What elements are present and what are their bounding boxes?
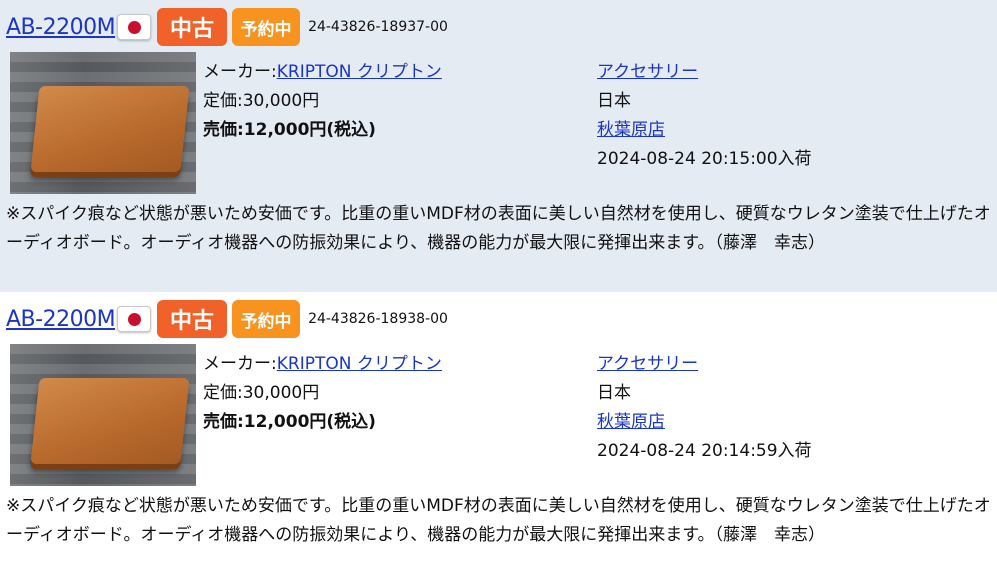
product-photo[interactable] xyxy=(10,52,196,194)
product-listing: AB-2200M 中古 予約中 24-43826-18938-00 メーカー:K… xyxy=(0,292,997,584)
sale-price: 売価:12,000円(税込) xyxy=(203,120,376,140)
list-price: 定価:30,000円 xyxy=(203,383,320,403)
maker-line: メーカー:KRIPTON クリプトン xyxy=(203,350,583,379)
japan-flag-icon xyxy=(117,14,152,40)
list-price: 定価:30,000円 xyxy=(203,91,320,111)
item-meta: アクセサリー 日本 秋葉原店 2024-08-24 20:14:59入荷 xyxy=(597,350,987,466)
maker-label: メーカー: xyxy=(203,62,277,82)
listing-title-row: AB-2200M 中古 予約中 24-43826-18938-00 xyxy=(6,299,448,339)
reserved-badge: 予約中 xyxy=(232,300,301,338)
category-link[interactable]: アクセサリー xyxy=(597,354,698,374)
product-listing: AB-2200M 中古 予約中 24-43826-18937-00 メーカー:K… xyxy=(0,0,997,292)
store-link[interactable]: 秋葉原店 xyxy=(597,120,665,140)
used-badge: 中古 xyxy=(157,300,228,338)
arrival-timestamp: 2024-08-24 20:14:59入荷 xyxy=(597,441,812,461)
product-code: 24-43826-18937-00 xyxy=(308,19,448,35)
price-info: メーカー:KRIPTON クリプトン 定価:30,000円 売価:12,000円… xyxy=(203,350,583,437)
used-badge: 中古 xyxy=(157,8,228,46)
arrival-timestamp: 2024-08-24 20:15:00入荷 xyxy=(597,149,812,169)
item-meta: アクセサリー 日本 秋葉原店 2024-08-24 20:15:00入荷 xyxy=(597,58,987,174)
origin-country: 日本 xyxy=(597,383,631,403)
listing-title-row: AB-2200M 中古 予約中 24-43826-18937-00 xyxy=(6,7,448,47)
maker-link[interactable]: KRIPTON クリプトン xyxy=(277,62,442,82)
audio-board-image xyxy=(30,86,190,172)
origin-country: 日本 xyxy=(597,91,631,111)
store-link[interactable]: 秋葉原店 xyxy=(597,412,665,432)
listing-description: ※スパイク痕など状態が悪いため安価です。比重の重いMDF材の表面に美しい自然材を… xyxy=(6,204,991,253)
product-photo[interactable] xyxy=(10,344,196,486)
model-link[interactable]: AB-2200M xyxy=(6,307,116,332)
listing-description: ※スパイク痕など状態が悪いため安価です。比重の重いMDF材の表面に美しい自然材を… xyxy=(6,496,991,545)
audio-board-image xyxy=(30,378,190,464)
japan-flag-icon xyxy=(117,306,152,332)
maker-link[interactable]: KRIPTON クリプトン xyxy=(277,354,442,374)
product-code: 24-43826-18938-00 xyxy=(308,311,448,327)
maker-line: メーカー:KRIPTON クリプトン xyxy=(203,58,583,87)
model-link[interactable]: AB-2200M xyxy=(6,15,116,40)
maker-label: メーカー: xyxy=(203,354,277,374)
price-info: メーカー:KRIPTON クリプトン 定価:30,000円 売価:12,000円… xyxy=(203,58,583,145)
sale-price: 売価:12,000円(税込) xyxy=(203,412,376,432)
category-link[interactable]: アクセサリー xyxy=(597,62,698,82)
reserved-badge: 予約中 xyxy=(232,8,301,46)
